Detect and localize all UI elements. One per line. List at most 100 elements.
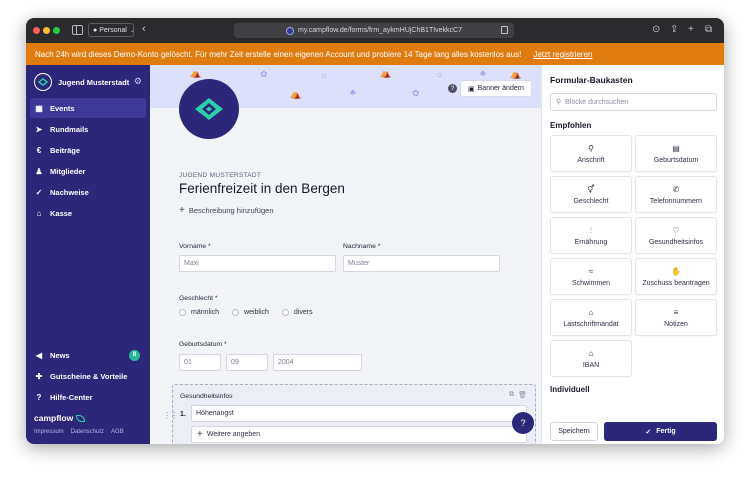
close-window-button[interactable] [33,27,40,34]
chat-heart-icon: ♡ [672,225,680,235]
maximize-window-button[interactable] [53,27,60,34]
download-icon[interactable]: ⊙ [652,24,660,36]
add-description-button[interactable]: + Beschreibung hinzufügen [179,205,274,215]
sidebar-item-label: Rundmails [50,124,89,134]
users-icon: ♟ [35,166,43,176]
add-option-button[interactable]: + Weitere angeben [191,426,527,443]
location-pin-icon: ⚲ [588,143,594,153]
radio-maennlich[interactable]: männlich [179,309,219,316]
birth-day-field[interactable]: 01 [179,354,221,371]
tile-label: Zuschuss beantragen [642,279,710,287]
bank-icon: ⌂ [588,348,594,358]
radio-circle [281,309,289,316]
done-button[interactable]: ✓ Fertig [604,422,717,441]
tile-iban[interactable]: ⌂ IBAN [550,340,632,377]
event-logo[interactable] [179,79,239,139]
change-banner-button[interactable]: ▣ Banner ändern [460,80,532,97]
tile-ernaehrung[interactable]: ⫶ Ernährung [550,217,632,254]
sidebar: Jugend Musterstadt ⚙ ▦ Events ➤ Rundmail… [26,65,150,444]
sidebar-item-beitraege[interactable]: € Beiträge [30,140,146,160]
page-title[interactable]: Ferienfreizeit in den Bergen [179,181,345,196]
browser-titlebar: ● Personal ⌄ ‹ my.campflow.de/forms/frm_… [26,18,724,43]
tile-label: Geschlecht [573,197,609,205]
back-arrow-icon[interactable]: ‹ [142,23,146,35]
euro-icon: € [36,145,42,155]
sidebar-toggle-icon[interactable] [72,25,83,35]
camp-leaf-icon [195,98,223,120]
birth-month-field[interactable]: 09 [226,354,268,371]
sidebar-item-kasse[interactable]: ⌂ Kasse [30,203,146,223]
sidebar-item-gutscheine[interactable]: ✚ Gutscheine & Vorteile [30,366,146,386]
tile-anschrift[interactable]: ⚲ Anschrift [550,135,632,172]
send-icon: ➤ [35,124,43,134]
geburtsdatum-label: Geburtsdatum * [179,341,227,348]
save-button[interactable]: Speichern [550,422,598,441]
org-caption: JUGEND MUSTERSTADT [179,172,262,179]
tile-lastschriftmandat[interactable]: ⌂ Lastschriftmandat [550,299,632,336]
sidebar-item-label: Beiträge [50,145,81,155]
impressum-link[interactable]: Impressum [34,429,64,435]
sidebar-item-label: Kasse [50,208,73,218]
tile-zuschuss[interactable]: ✋ Zuschuss beantragen [635,258,717,295]
tile-label: IBAN [582,361,600,369]
sidebar-item-mitglieder[interactable]: ♟ Mitglieder [30,161,146,181]
sidebar-item-nachweise[interactable]: ✓ Nachweise [30,182,146,202]
radio-label: männlich [191,309,220,316]
form-builder-panel: Formular-Baukasten ⚲ Blöcke durchsuchen … [541,65,724,444]
sidebar-item-news[interactable]: ◀ News 8 [30,345,146,365]
plus-icon: + [197,428,203,440]
notes-icon: ≡ [673,307,679,317]
support-chat-button[interactable]: ? [512,412,534,434]
tile-gesundheitsinfos[interactable]: ♡ Gesundheitsinfos [635,217,717,254]
tile-geburtsdatum[interactable]: ▤ Geburtsdatum [635,135,717,172]
drag-handle-icon[interactable]: ⋮⋮ [163,411,178,420]
health-block-title: Gesundheitsinfos [180,393,233,400]
datenschutz-link[interactable]: Datenschutz [71,429,104,435]
footer-links: Impressum Datenschutz AGB [34,429,124,435]
sidebar-item-label: News [50,350,70,360]
sidebar-bottom-nav: ◀ News 8 ✚ Gutscheine & Vorteile ? Hilfe… [30,345,146,408]
nachname-field[interactable]: Muster [343,255,500,272]
radio-weiblich[interactable]: weiblich [232,309,269,316]
trash-icon[interactable]: 🗑 [518,391,527,399]
block-search-input[interactable]: ⚲ Blöcke durchsuchen [550,93,717,111]
sidebar-item-hilfe[interactable]: ? Hilfe-Center [30,387,146,407]
tile-label: Anschrift [577,156,605,164]
gender-icon: ⚥ [587,184,595,194]
gear-icon[interactable]: ⚙ [134,76,142,87]
tile-label: Gesundheitsinfos [648,238,704,246]
duplicate-icon[interactable]: ⧉ [509,391,514,399]
phone-icon: ✆ [672,184,680,194]
section-individual: Individuell [550,385,590,394]
tile-telefonnummern[interactable]: ✆ Telefonnummern [635,176,717,213]
register-link[interactable]: Jetzt registrieren [533,50,592,59]
sidebar-item-rundmails[interactable]: ➤ Rundmails [30,119,146,139]
chevron-down-icon: ⌄ [129,27,135,34]
help-icon[interactable]: ? [448,84,457,93]
chat-question-icon: ? [520,418,526,428]
tile-notizen[interactable]: ≡ Notizen [635,299,717,336]
health-option-field[interactable]: Höhenangst [191,405,527,422]
check-icon: ✓ [645,428,652,436]
profile-selector[interactable]: ● Personal ⌄ [88,23,135,37]
org-switcher[interactable]: Jugend Musterstadt ⚙ [34,73,144,91]
vorname-field[interactable]: Maxi [179,255,336,272]
add-option-label: Weitere angeben [206,431,261,438]
address-bar[interactable]: my.campflow.de/forms/frm_aykmHUjChB1TIve… [234,23,514,38]
pattern-icon: ⛺ [380,68,392,78]
minimize-window-button[interactable] [43,27,50,34]
tab-overview-icon[interactable]: ⧉ [705,24,712,36]
pattern-icon: ⛺ [190,68,202,78]
tile-label: Lastschriftmandat [563,320,619,328]
pattern-icon: ♣ [480,68,486,78]
tile-schwimmen[interactable]: ≈ Schwimmen [550,258,632,295]
share-icon[interactable]: ⇪ [670,24,678,36]
tile-geschlecht[interactable]: ⚥ Geschlecht [550,176,632,213]
done-label: Fertig [656,428,676,435]
reader-mode-icon[interactable] [501,26,508,34]
sidebar-item-events[interactable]: ▦ Events [30,98,146,118]
new-tab-icon[interactable]: + [688,24,694,36]
radio-divers[interactable]: divers [281,309,313,316]
birth-year-field[interactable]: 2004 [273,354,362,371]
agb-link[interactable]: AGB [111,429,124,435]
